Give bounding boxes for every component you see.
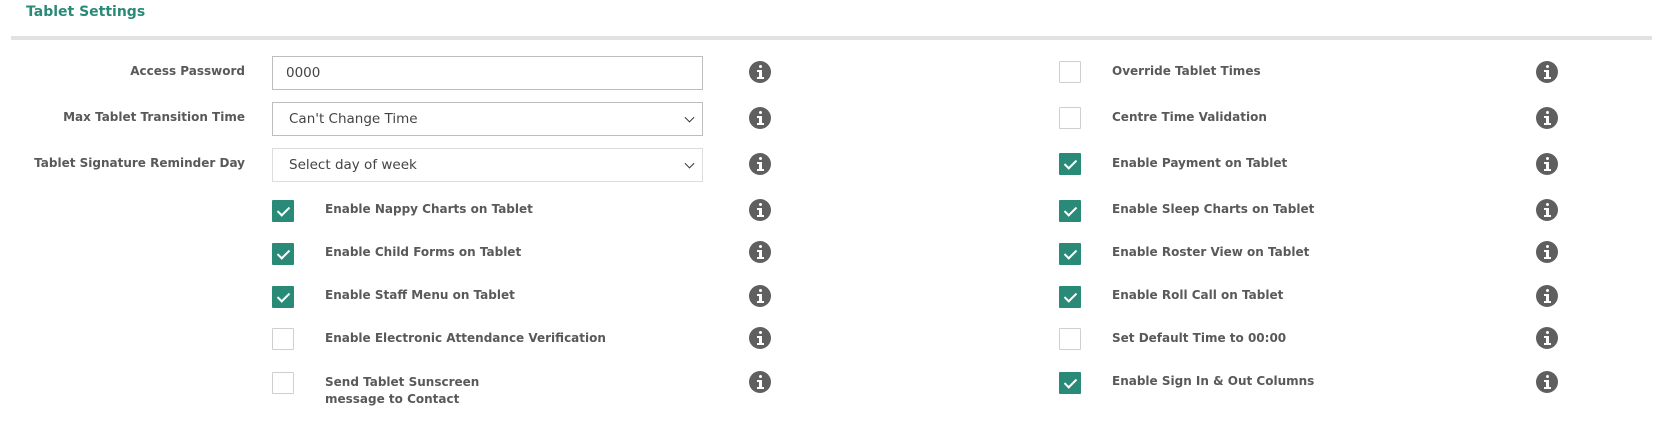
roll-call-checkbox[interactable] [1059, 286, 1081, 308]
info-icon[interactable] [1536, 61, 1558, 83]
info-icon[interactable] [1536, 199, 1558, 221]
access-password-value: 0000 [286, 65, 321, 81]
sign-in-out-columns-checkbox[interactable] [1059, 372, 1081, 394]
roster-view-checkbox[interactable] [1059, 243, 1081, 265]
default-time-label: Set Default Time to 00:00 [1112, 331, 1287, 345]
sign-in-out-columns-label: Enable Sign In & Out Columns [1112, 374, 1315, 388]
attendance-verification-label: Enable Electronic Attendance Verificatio… [325, 331, 606, 345]
chevron-down-icon [684, 158, 695, 169]
info-icon[interactable] [749, 327, 771, 349]
access-password-label: Access Password [130, 64, 245, 78]
info-icon[interactable] [1536, 285, 1558, 307]
info-icon[interactable] [1536, 371, 1558, 393]
info-icon[interactable] [1536, 153, 1558, 175]
staff-menu-checkbox[interactable] [272, 286, 294, 308]
payment-label: Enable Payment on Tablet [1112, 156, 1288, 170]
centre-time-validation-label: Centre Time Validation [1112, 110, 1267, 124]
roll-call-label: Enable Roll Call on Tablet [1112, 288, 1284, 302]
signature-day-label: Tablet Signature Reminder Day [34, 156, 245, 170]
chevron-down-icon [684, 112, 695, 123]
signature-day-value: Select day of week [289, 157, 417, 173]
info-icon[interactable] [749, 107, 771, 129]
sleep-charts-checkbox[interactable] [1059, 200, 1081, 222]
staff-menu-label: Enable Staff Menu on Tablet [325, 288, 515, 302]
override-tablet-times-label: Override Tablet Times [1112, 64, 1261, 78]
max-transition-select[interactable]: Can't Change Time [272, 102, 703, 136]
child-forms-label: Enable Child Forms on Tablet [325, 245, 522, 259]
section-title: Tablet Settings [26, 4, 146, 20]
info-icon[interactable] [749, 61, 771, 83]
signature-day-select[interactable]: Select day of week [272, 148, 703, 182]
info-icon[interactable] [749, 153, 771, 175]
section-divider [11, 36, 1652, 40]
access-password-input[interactable]: 0000 [272, 56, 703, 90]
payment-checkbox[interactable] [1059, 153, 1081, 175]
info-icon[interactable] [749, 285, 771, 307]
info-icon[interactable] [749, 199, 771, 221]
info-icon[interactable] [1536, 327, 1558, 349]
sunscreen-message-checkbox[interactable] [272, 372, 294, 394]
roster-view-label: Enable Roster View on Tablet [1112, 245, 1310, 259]
override-tablet-times-checkbox[interactable] [1059, 61, 1081, 83]
info-icon[interactable] [1536, 107, 1558, 129]
sleep-charts-label: Enable Sleep Charts on Tablet [1112, 202, 1315, 216]
info-icon[interactable] [749, 371, 771, 393]
nappy-charts-label: Enable Nappy Charts on Tablet [325, 202, 533, 216]
attendance-verification-checkbox[interactable] [272, 328, 294, 350]
max-transition-value: Can't Change Time [289, 111, 418, 127]
info-icon[interactable] [1536, 241, 1558, 263]
info-icon[interactable] [749, 241, 771, 263]
sunscreen-message-label-line2: message to Contact [325, 392, 460, 406]
default-time-checkbox[interactable] [1059, 328, 1081, 350]
nappy-charts-checkbox[interactable] [272, 200, 294, 222]
sunscreen-message-label-line1: Send Tablet Sunscreen [325, 375, 480, 389]
max-transition-label: Max Tablet Transition Time [63, 110, 245, 124]
centre-time-validation-checkbox[interactable] [1059, 107, 1081, 129]
child-forms-checkbox[interactable] [272, 243, 294, 265]
